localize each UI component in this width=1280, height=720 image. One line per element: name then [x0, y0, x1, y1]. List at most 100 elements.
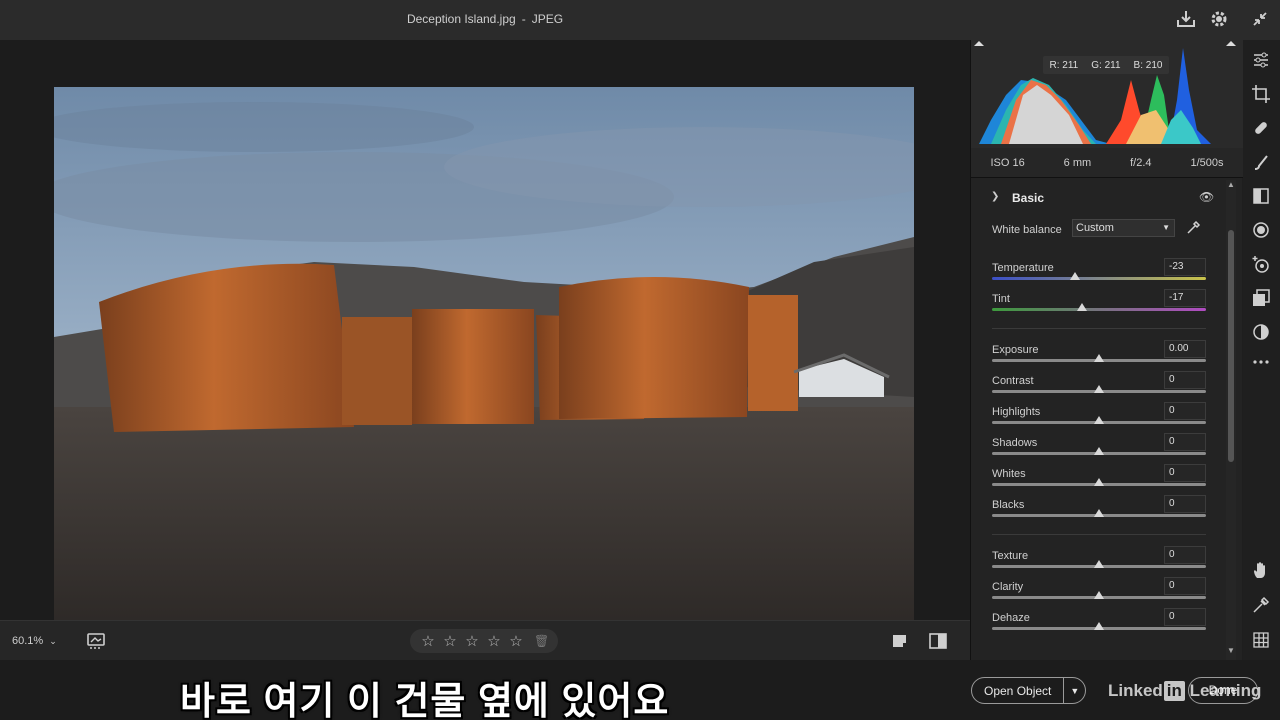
slider-thumb[interactable]: [1094, 591, 1104, 599]
gradient-icon[interactable]: [1251, 186, 1271, 206]
slider-thumb[interactable]: [1094, 385, 1104, 393]
scroll-thumb[interactable]: [1228, 230, 1234, 462]
slider-value-field[interactable]: 0: [1164, 402, 1206, 420]
white-balance-value: Custom: [1076, 222, 1114, 234]
slider-label: Contrast: [992, 375, 1034, 387]
star-5-icon[interactable]: ☆: [508, 632, 524, 650]
slider-thumb[interactable]: [1076, 303, 1087, 311]
basic-section-header[interactable]: ❯ Basic 👁: [971, 180, 1225, 214]
star-3-icon[interactable]: ☆: [464, 632, 480, 650]
slider-track[interactable]: [992, 308, 1206, 311]
slider-value-field[interactable]: 0: [1164, 464, 1206, 482]
star-1-icon[interactable]: ☆: [420, 632, 436, 650]
slider-value-field[interactable]: 0: [1164, 577, 1206, 595]
slider-dehaze[interactable]: Dehaze 0: [992, 608, 1207, 642]
slider-thumb[interactable]: [1094, 447, 1104, 455]
white-balance-label: White balance: [992, 224, 1062, 236]
healing-icon[interactable]: [1251, 118, 1271, 138]
eye-icon[interactable]: 👁: [1199, 190, 1214, 204]
slider-label: Clarity: [992, 581, 1024, 593]
slider-contrast[interactable]: Contrast 0: [992, 371, 1207, 405]
sampler-icon[interactable]: [1251, 595, 1271, 615]
presets-icon[interactable]: [1251, 288, 1271, 308]
slider-value-field[interactable]: 0: [1164, 495, 1206, 513]
exif-shutter: 1/500s: [1190, 156, 1224, 169]
eyedropper-icon[interactable]: [1185, 220, 1201, 236]
before-after-icon[interactable]: [891, 633, 909, 649]
title-separator: -: [521, 12, 526, 26]
image-canvas[interactable]: [0, 40, 970, 652]
chevron-down-icon[interactable]: ❯: [991, 191, 999, 202]
radial-filter-icon[interactable]: [1251, 220, 1271, 240]
canvas-bottom-bar: 60.1% ⌄ ☆ ☆ ☆ ☆ ☆ 🗑: [0, 620, 970, 660]
white-balance-select[interactable]: Custom ▼: [1072, 219, 1175, 237]
split-view-icon[interactable]: [928, 632, 948, 650]
slider-value-field[interactable]: 0: [1164, 608, 1206, 626]
scroll-up-icon[interactable]: ▲: [1226, 180, 1236, 189]
grid-icon[interactable]: [1251, 630, 1271, 650]
slider-label: Tint: [992, 293, 1010, 305]
color-mixer-icon[interactable]: [1251, 322, 1271, 342]
slider-highlights[interactable]: Highlights 0: [992, 402, 1207, 436]
slider-thumb[interactable]: [1094, 509, 1104, 517]
slider-label: Dehaze: [992, 612, 1030, 624]
exif-focal: 6 mm: [1063, 156, 1092, 169]
chevron-down-icon[interactable]: ▼: [1063, 678, 1085, 703]
scroll-down-icon[interactable]: ▼: [1226, 646, 1236, 655]
collapse-icon[interactable]: [1249, 8, 1271, 30]
more-icon[interactable]: [1251, 352, 1271, 372]
slider-thumb[interactable]: [1094, 478, 1104, 486]
zoom-dropdown[interactable]: 60.1% ⌄: [12, 635, 57, 647]
photo-preview[interactable]: [54, 87, 914, 652]
r-value: R: 211: [1049, 59, 1079, 71]
slider-thumb[interactable]: [1094, 560, 1104, 568]
slider-blacks[interactable]: Blacks 0: [992, 495, 1207, 529]
crop-icon[interactable]: [1251, 84, 1271, 104]
fit-screen-icon[interactable]: [86, 632, 106, 650]
trash-icon[interactable]: 🗑: [534, 634, 549, 648]
chevron-down-icon: ▼: [1162, 223, 1170, 232]
chevron-down-icon: ⌄: [49, 636, 57, 646]
red-eye-icon[interactable]: [1251, 254, 1271, 274]
slider-tint[interactable]: Tint -17: [992, 289, 1207, 323]
slider-value-field[interactable]: 0: [1164, 371, 1206, 389]
panel-scrollbar[interactable]: ▲ ▼: [1226, 180, 1236, 660]
slider-temperature[interactable]: Temperature -23: [992, 258, 1207, 292]
star-4-icon[interactable]: ☆: [486, 632, 502, 650]
rgb-readout: R: 211 G: 211 B: 210: [1043, 56, 1169, 74]
tool-strip: [1243, 40, 1280, 660]
open-object-label: Open Object: [984, 683, 1052, 698]
slider-value-field[interactable]: 0: [1164, 433, 1206, 451]
exif-iso: ISO 16: [990, 156, 1025, 169]
brand-linked: Linked: [1108, 681, 1163, 700]
save-icon[interactable]: [1175, 8, 1197, 30]
slider-label: Blacks: [992, 499, 1025, 511]
star-2-icon[interactable]: ☆: [442, 632, 458, 650]
slider-value-field[interactable]: 0.00: [1164, 340, 1206, 358]
slider-shadows[interactable]: Shadows 0: [992, 433, 1207, 467]
slider-label: Whites: [992, 468, 1026, 480]
slider-exposure[interactable]: Exposure 0.00: [992, 340, 1207, 374]
slider-thumb[interactable]: [1094, 622, 1104, 630]
window-title: Deception Island.jpg - JPEG: [0, 12, 970, 26]
edit-sliders-icon[interactable]: [1251, 50, 1271, 70]
slider-clarity[interactable]: Clarity 0: [992, 577, 1207, 611]
slider-value-field[interactable]: -17: [1164, 289, 1206, 307]
slider-whites[interactable]: Whites 0: [992, 464, 1207, 498]
open-object-button[interactable]: Open Object ▼: [971, 677, 1087, 704]
linkedin-learning-watermark: Linked in Learning: [1108, 681, 1261, 701]
slider-value-field[interactable]: -23: [1164, 258, 1206, 276]
gear-icon[interactable]: [1208, 8, 1230, 30]
brush-icon[interactable]: [1251, 152, 1271, 172]
slider-track[interactable]: [992, 277, 1206, 280]
slider-value-field[interactable]: 0: [1164, 546, 1206, 564]
hand-icon[interactable]: [1251, 560, 1271, 580]
slider-thumb[interactable]: [1070, 272, 1081, 280]
slider-thumb[interactable]: [1094, 354, 1104, 362]
slider-label: Temperature: [992, 262, 1054, 274]
basic-section-title: Basic: [1012, 191, 1045, 205]
slider-texture[interactable]: Texture 0: [992, 546, 1207, 580]
slider-thumb[interactable]: [1094, 416, 1104, 424]
slider-label: Exposure: [992, 344, 1039, 356]
photo-illustration: [54, 87, 914, 652]
